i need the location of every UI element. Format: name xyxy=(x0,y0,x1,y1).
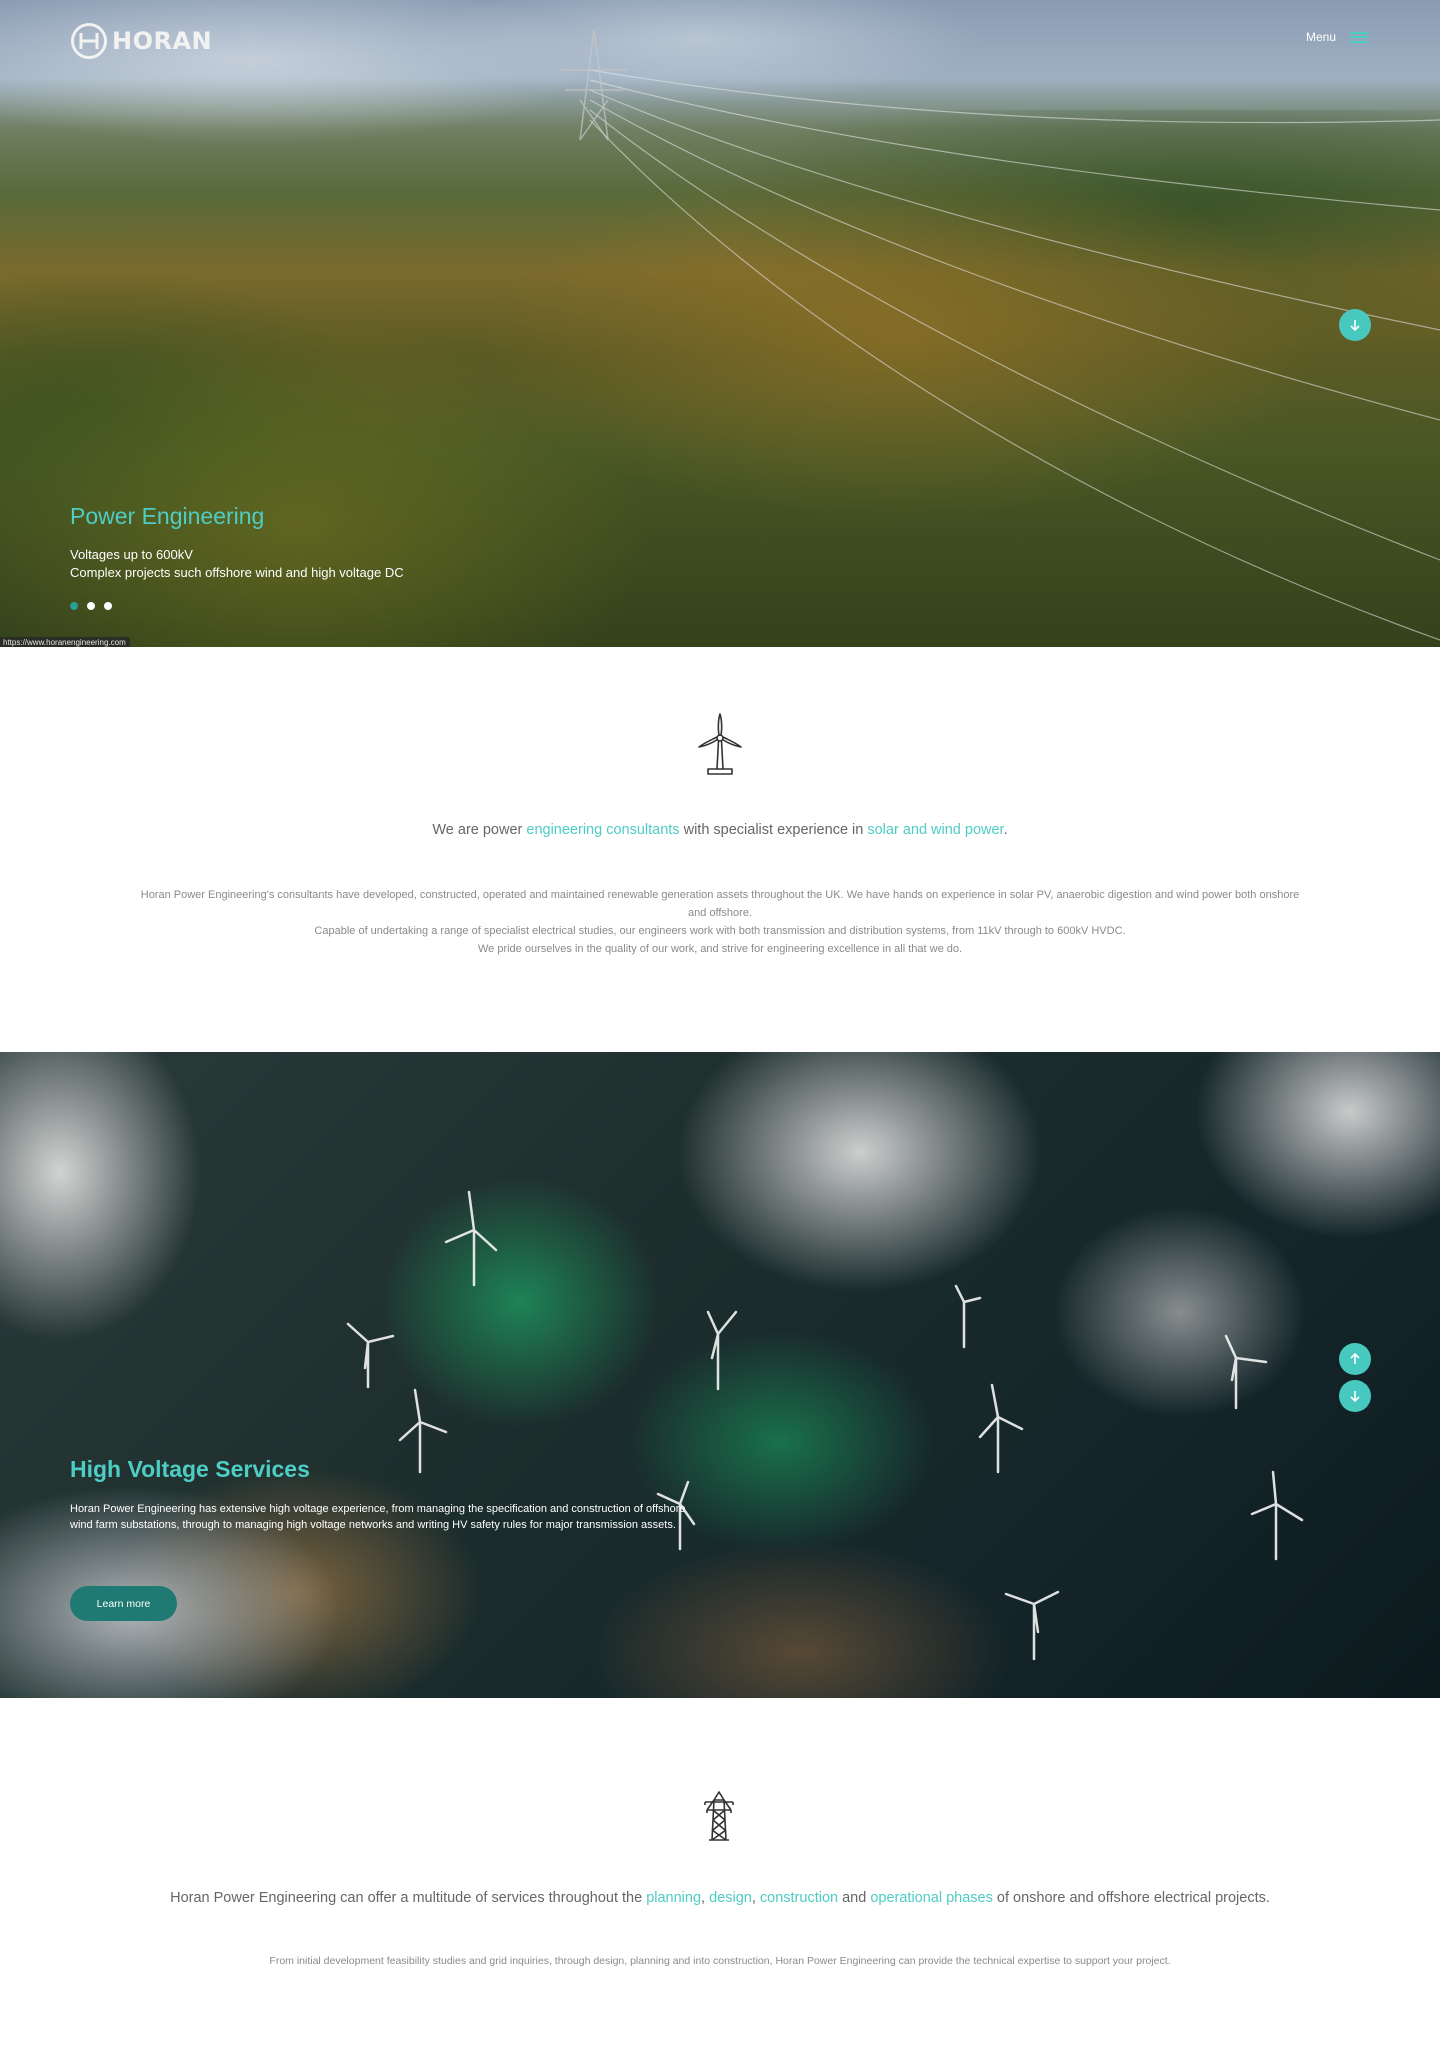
logo-mark-icon xyxy=(71,23,107,59)
intro-lead-text: with specialist experience in xyxy=(679,822,868,838)
intro-lead-text: . xyxy=(1003,822,1008,838)
status-bar-url: https://www.horanengineering.com xyxy=(0,637,130,647)
services-lead-text: of onshore and offshore electrical proje… xyxy=(992,1890,1270,1906)
construction-link[interactable]: construction xyxy=(760,1890,838,1906)
slide-dot-1[interactable] xyxy=(70,602,78,610)
arrow-down-icon xyxy=(1350,1391,1360,1403)
services-lead-text: Horan Power Engineering can offer a mult… xyxy=(170,1890,647,1906)
intro-paragraph: We pride ourselves in the quality of our… xyxy=(477,943,963,955)
services-body: From initial development feasibility stu… xyxy=(269,1955,1171,1967)
engineering-consultants-link[interactable]: engineering consultants xyxy=(526,822,679,838)
scroll-down-button[interactable] xyxy=(1339,1380,1371,1412)
hero-line: Complex projects such offshore wind and … xyxy=(70,565,404,580)
wind-farm-turbines xyxy=(346,1190,1304,1661)
hero-subtitle: Voltages up to 600kV Complex projects su… xyxy=(70,546,404,582)
services-lead-text: and xyxy=(838,1890,871,1906)
pylon-icon xyxy=(704,1791,734,1841)
scroll-up-button[interactable] xyxy=(1339,1343,1371,1375)
arrow-down-icon xyxy=(1350,320,1360,332)
intro-body: Horan Power Engineering's consultants ha… xyxy=(135,886,1305,958)
menu-label: Menu xyxy=(1306,30,1337,44)
services-lead-text: , xyxy=(751,1890,760,1906)
logo[interactable]: HORAN xyxy=(70,22,212,60)
wind-turbine-icon xyxy=(698,713,742,775)
high-voltage-section xyxy=(0,1052,1440,1698)
design-link[interactable]: design xyxy=(709,1890,752,1906)
intro-paragraph: Capable of undertaking a range of specia… xyxy=(314,925,1126,937)
solar-wind-power-link[interactable]: solar and wind power xyxy=(867,822,1003,838)
operational-phases-link[interactable]: operational phases xyxy=(870,1890,993,1906)
slide-dot-3[interactable] xyxy=(104,602,112,610)
hero-section: HORAN Menu Power Engineering Voltages up… xyxy=(0,0,1440,647)
learn-more-button[interactable]: Learn more xyxy=(70,1586,177,1621)
hero-line: Voltages up to 600kV xyxy=(70,547,193,562)
intro-paragraph: Horan Power Engineering's consultants ha… xyxy=(140,889,1300,919)
intro-lead: We are power engineering consultants wit… xyxy=(0,822,1440,838)
services-lead: Horan Power Engineering can offer a mult… xyxy=(0,1890,1440,1906)
slide-dot-2[interactable] xyxy=(87,602,95,610)
arrow-up-icon xyxy=(1350,1352,1360,1364)
high-voltage-title: High Voltage Services xyxy=(70,1456,310,1482)
services-lead-text: , xyxy=(701,1890,710,1906)
menu-button[interactable]: Menu xyxy=(1306,30,1369,44)
hero-title: Power Engineering xyxy=(70,503,265,529)
scroll-down-button[interactable] xyxy=(1339,309,1371,341)
high-voltage-text: Horan Power Engineering has extensive hi… xyxy=(70,1503,686,1531)
intro-lead-text: We are power xyxy=(432,822,527,838)
hamburger-icon xyxy=(1350,31,1369,43)
slide-pagination xyxy=(70,602,112,610)
logo-text: HORAN xyxy=(112,27,213,55)
planning-link[interactable]: planning xyxy=(646,1890,701,1906)
